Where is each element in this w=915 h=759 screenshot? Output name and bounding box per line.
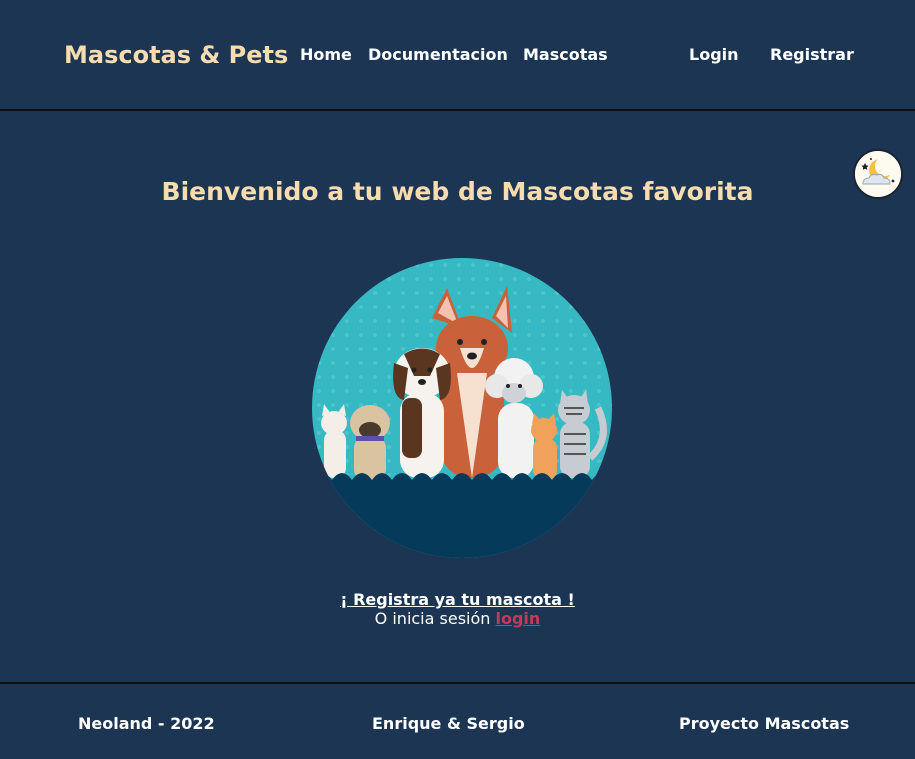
nav-documentation[interactable]: Documentacion bbox=[368, 46, 508, 64]
footer-left: Neoland - 2022 bbox=[78, 714, 215, 733]
login-prompt-text: O inicia sesión bbox=[374, 609, 491, 628]
hero-image bbox=[312, 258, 612, 558]
register-pet-link[interactable]: ¡ Registra ya tu mascota ! bbox=[340, 590, 575, 609]
nav-login[interactable]: Login bbox=[689, 46, 739, 64]
site-footer: Neoland - 2022 Enrique & Sergio Proyecto… bbox=[0, 682, 915, 759]
cta-block: ¡ Registra ya tu mascota ! O inicia sesi… bbox=[0, 590, 915, 628]
nav-home[interactable]: Home bbox=[300, 46, 352, 64]
welcome-heading: Bienvenido a tu web de Mascotas favorita bbox=[161, 177, 754, 206]
login-prompt: O inicia sesión login bbox=[0, 609, 915, 628]
site-header: Mascotas & Pets Home Documentacion Masco… bbox=[0, 0, 915, 111]
brand-logo[interactable]: Mascotas & Pets bbox=[64, 41, 288, 69]
nav-pets[interactable]: Mascotas bbox=[523, 46, 608, 64]
nav-register[interactable]: Registrar bbox=[770, 46, 854, 64]
login-link[interactable]: login bbox=[496, 609, 541, 628]
footer-center: Enrique & Sergio bbox=[372, 714, 525, 733]
footer-right: Proyecto Mascotas bbox=[679, 714, 850, 733]
